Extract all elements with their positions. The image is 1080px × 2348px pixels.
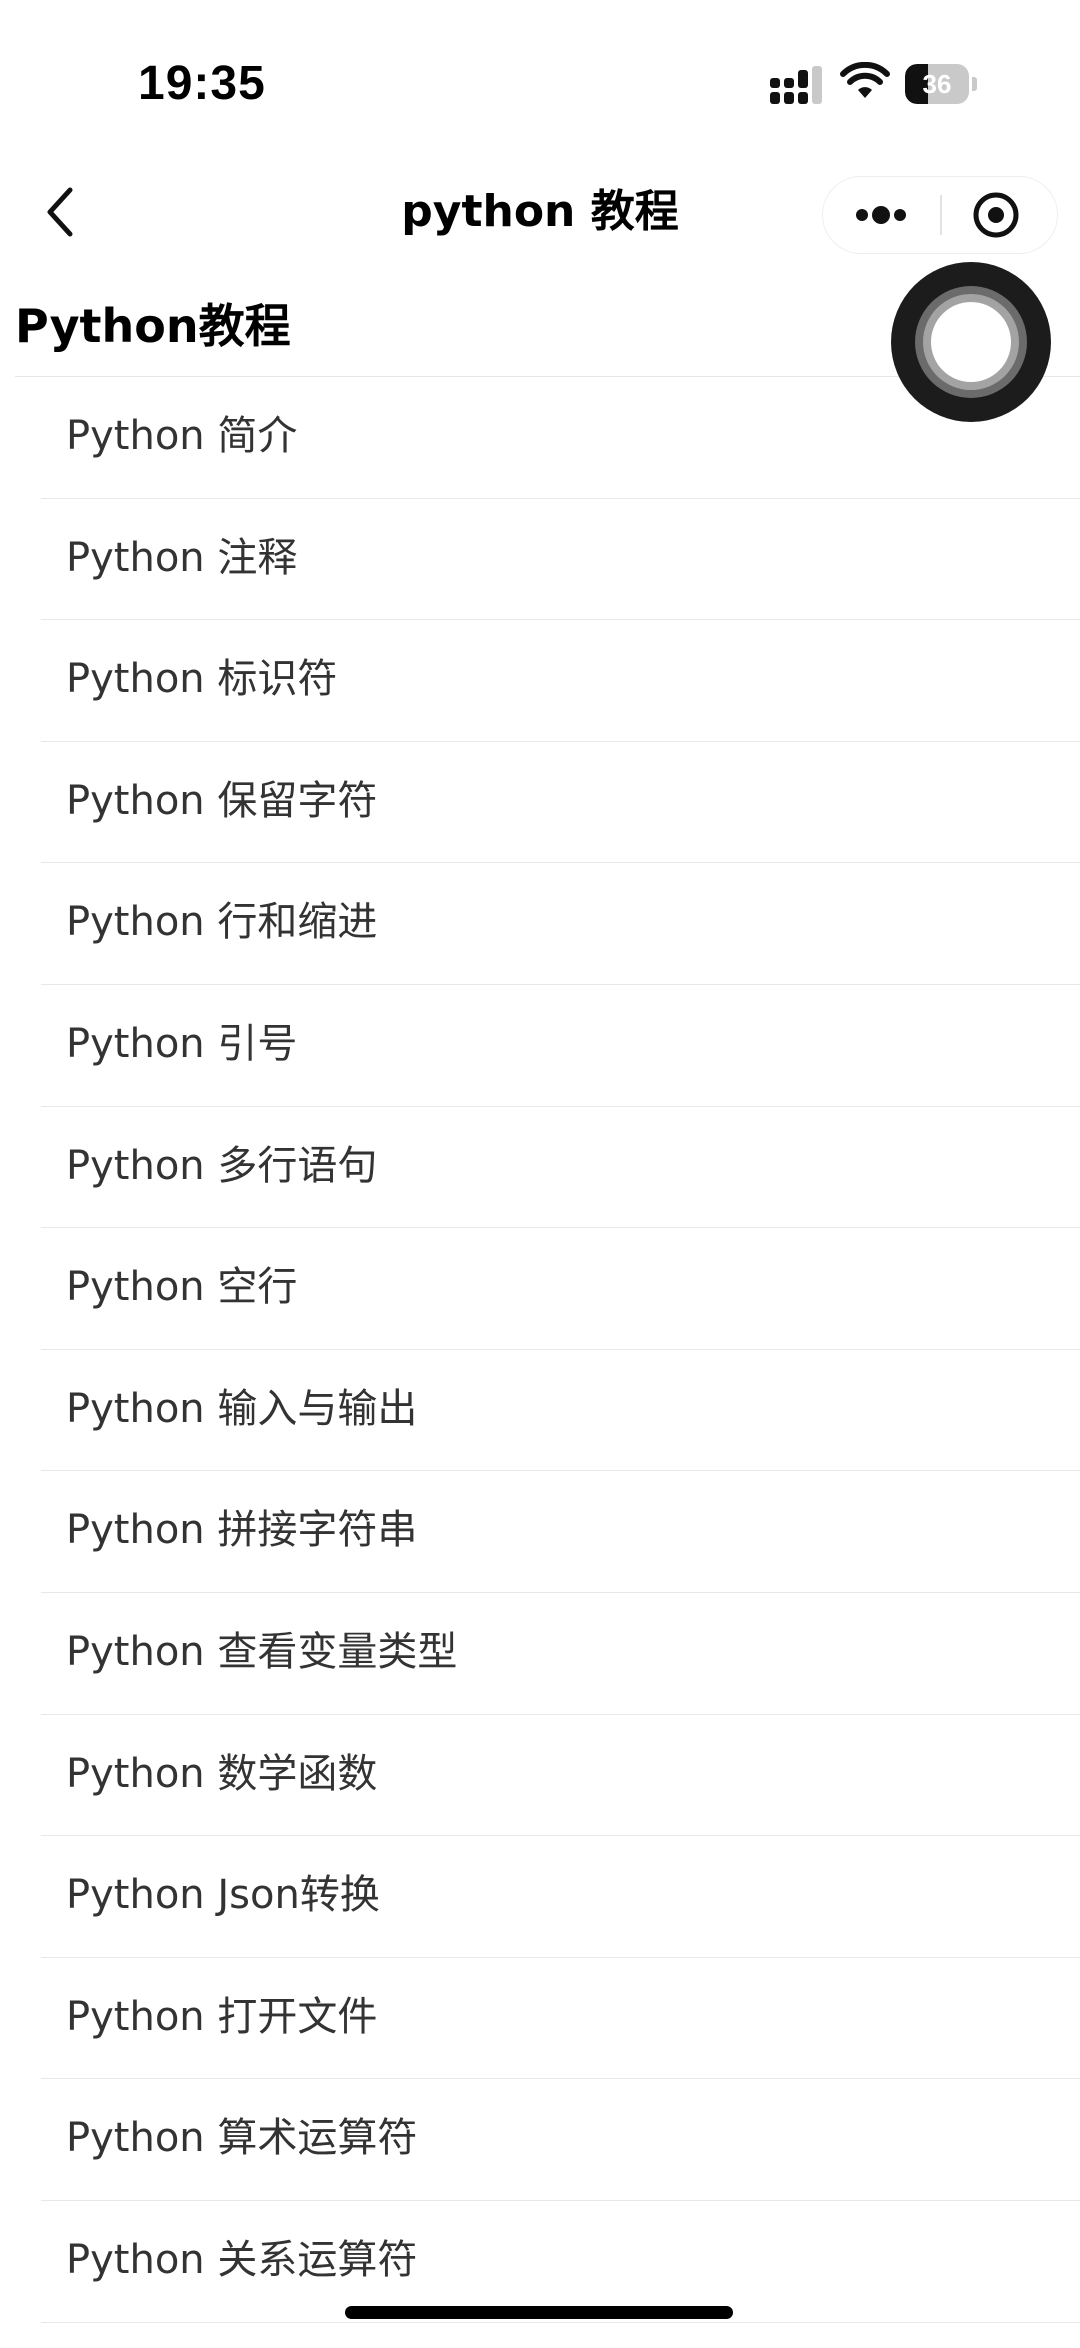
list-item-label: Python 行和缩进 <box>66 899 378 946</box>
nav-bar: python 教程 <box>0 160 1080 264</box>
menu-capsule <box>822 176 1058 254</box>
list-item-label: Python 保留字符 <box>66 777 378 824</box>
list-item[interactable]: Python 输入与输出 <box>41 1350 1080 1472</box>
list-item[interactable]: Python Json转换 <box>41 1836 1080 1958</box>
battery-level: 36 <box>922 69 952 99</box>
list-item-label: Python 注释 <box>66 534 298 581</box>
list-item-label: Python 数学函数 <box>66 1750 378 1797</box>
list-item[interactable]: Python 关系运算符 <box>41 2201 1080 2323</box>
section-title: Python教程 <box>15 299 291 353</box>
list-item[interactable]: Python 保留字符 <box>41 742 1080 864</box>
list-item-label: Python 拼接字符串 <box>66 1507 418 1554</box>
list-item-label: Python 引号 <box>66 1020 298 1067</box>
battery-icon: 36 <box>905 64 977 106</box>
status-bar: 19:35 36 <box>0 0 1080 150</box>
list-item-label: Python 算术运算符 <box>66 2115 418 2162</box>
back-icon[interactable] <box>38 182 82 242</box>
signal-icon <box>770 66 822 104</box>
close-miniprogram-icon[interactable] <box>942 177 1056 252</box>
list-item[interactable]: Python 标识符 <box>41 620 1080 742</box>
record-button-icon[interactable] <box>891 262 1051 422</box>
list-item-label: Python 多行语句 <box>66 1142 378 1189</box>
list-item[interactable]: Python 多行语句 <box>41 1107 1080 1229</box>
wifi-icon <box>840 62 890 98</box>
list-item-label: Python 简介 <box>66 413 298 459</box>
more-icon[interactable] <box>823 177 940 252</box>
list-item[interactable]: Python 注释 <box>41 499 1080 621</box>
list-item-label: Python 空行 <box>66 1264 298 1311</box>
list-item-label: Python 关系运算符 <box>66 2236 418 2283</box>
screen: 19:35 36 python 教程 Python教程 Python 简介 Py… <box>0 0 1080 2348</box>
home-indicator[interactable] <box>345 2306 733 2319</box>
list-item-label: Python 打开文件 <box>66 1993 378 2040</box>
list-item-label: Python 输入与输出 <box>66 1385 418 1432</box>
list-item-label: Python 查看变量类型 <box>66 1628 458 1675</box>
page-title: python 教程 <box>401 186 679 237</box>
tutorial-list: Python 简介 Python 注释 Python 标识符 Python 保留… <box>0 377 1080 2323</box>
list-item-label: Python 标识符 <box>66 656 338 703</box>
list-item[interactable]: Python 拼接字符串 <box>41 1471 1080 1593</box>
list-item[interactable]: Python 行和缩进 <box>41 863 1080 985</box>
list-item-label: Python Json转换 <box>66 1872 380 1919</box>
status-time: 19:35 <box>138 57 266 110</box>
list-item[interactable]: Python 引号 <box>41 985 1080 1107</box>
list-item[interactable]: Python 查看变量类型 <box>41 1593 1080 1715</box>
list-item[interactable]: Python 算术运算符 <box>41 2079 1080 2201</box>
list-item[interactable]: Python 数学函数 <box>41 1715 1080 1837</box>
battery-tip <box>972 77 977 91</box>
record-button-core <box>931 302 1011 382</box>
list-item[interactable]: Python 打开文件 <box>41 1958 1080 2080</box>
list-item[interactable]: Python 空行 <box>41 1228 1080 1350</box>
battery-body: 36 <box>905 64 969 104</box>
